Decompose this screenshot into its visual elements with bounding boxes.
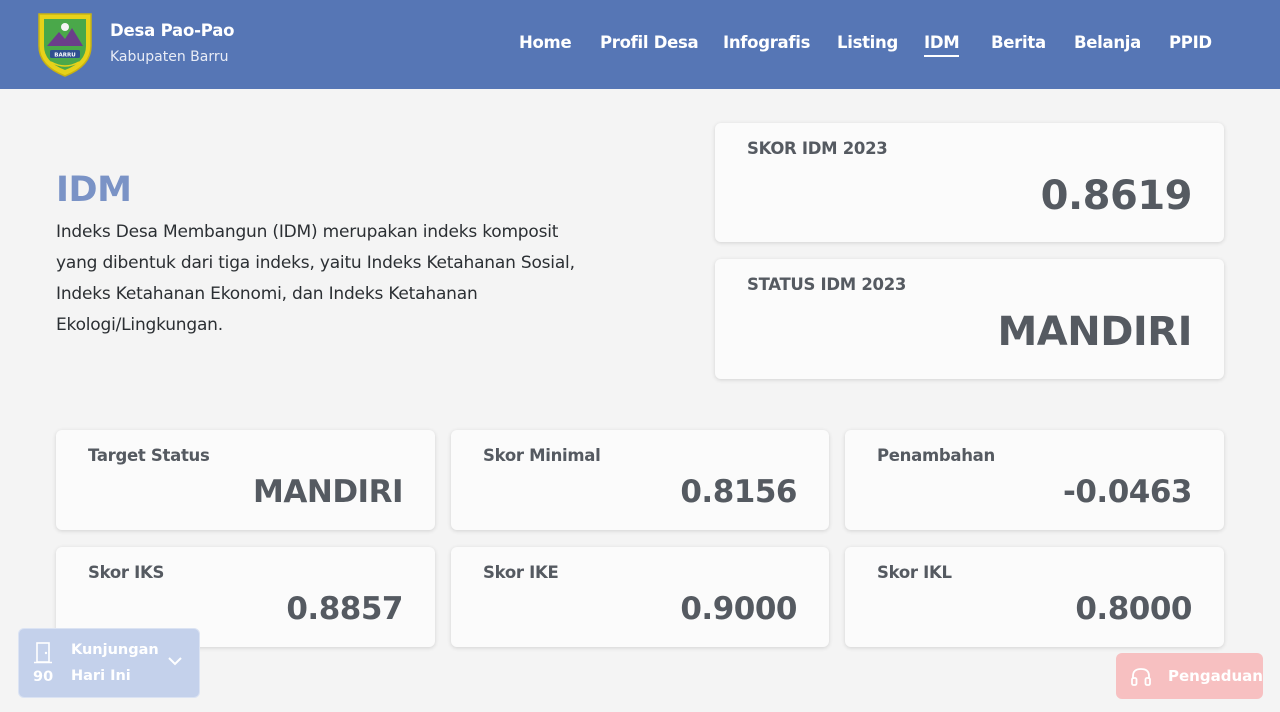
card-label: Skor Minimal [483, 446, 601, 465]
nav-home[interactable]: Home [519, 33, 572, 52]
chevron-down-icon[interactable] [167, 655, 183, 667]
card-value: 0.8619 [1040, 173, 1193, 219]
card-value: 0.9000 [680, 591, 797, 627]
nav-listing[interactable]: Listing [837, 33, 898, 52]
headset-icon [1131, 668, 1151, 686]
idm-status-card: STATUS IDM 2023 MANDIRI [715, 259, 1224, 379]
card-value: 0.8000 [1075, 591, 1192, 627]
nav-ppid[interactable]: PPID [1169, 33, 1212, 52]
navbar: BARRU Desa Pao-Pao Kabupaten Barru Home … [0, 0, 1280, 89]
target-status-card: Target Status MANDIRI [56, 430, 435, 530]
card-label: Skor IKS [88, 563, 165, 582]
card-label: SKOR IDM 2023 [747, 139, 888, 158]
card-value: 0.8857 [286, 591, 403, 627]
door-icon [34, 642, 52, 664]
card-value: MANDIRI [997, 309, 1192, 355]
nav-profil-desa[interactable]: Profil Desa [600, 33, 699, 52]
card-label: Skor IKE [483, 563, 559, 582]
visit-sublabel: Hari Ini [71, 668, 131, 684]
complaint-button[interactable]: Pengaduan [1116, 653, 1263, 699]
nav-belanja[interactable]: Belanja [1074, 33, 1141, 52]
visitor-counter-widget[interactable]: 90 Kunjungan Hari Ini [18, 628, 200, 698]
village-name[interactable]: Desa Pao-Pao [110, 21, 234, 40]
complaint-label: Pengaduan [1168, 667, 1263, 685]
card-label: Skor IKL [877, 563, 952, 582]
increase-card: Penambahan -0.0463 [845, 430, 1224, 530]
card-label: STATUS IDM 2023 [747, 275, 907, 294]
visit-label: Kunjungan [71, 642, 159, 658]
min-score-card: Skor Minimal 0.8156 [451, 430, 829, 530]
nav-berita[interactable]: Berita [991, 33, 1046, 52]
page-title: IDM [56, 170, 132, 210]
card-value: MANDIRI [253, 474, 403, 510]
ikl-score-card: Skor IKL 0.8000 [845, 547, 1224, 647]
idm-score-card: SKOR IDM 2023 0.8619 [715, 123, 1224, 242]
village-logo[interactable]: BARRU [35, 10, 95, 78]
nav-infografis[interactable]: Infografis [723, 33, 810, 52]
card-value: -0.0463 [1063, 474, 1193, 510]
card-label: Target Status [88, 446, 210, 465]
regency-name: Kabupaten Barru [110, 49, 229, 65]
nav-idm[interactable]: IDM [924, 33, 960, 57]
card-value: 0.8156 [680, 474, 797, 510]
logo-text: BARRU [54, 53, 75, 59]
visit-count: 90 [33, 669, 54, 685]
card-label: Penambahan [877, 446, 995, 465]
page-description: Indeks Desa Membangun (IDM) merupakan in… [56, 222, 575, 335]
ike-score-card: Skor IKE 0.9000 [451, 547, 829, 647]
